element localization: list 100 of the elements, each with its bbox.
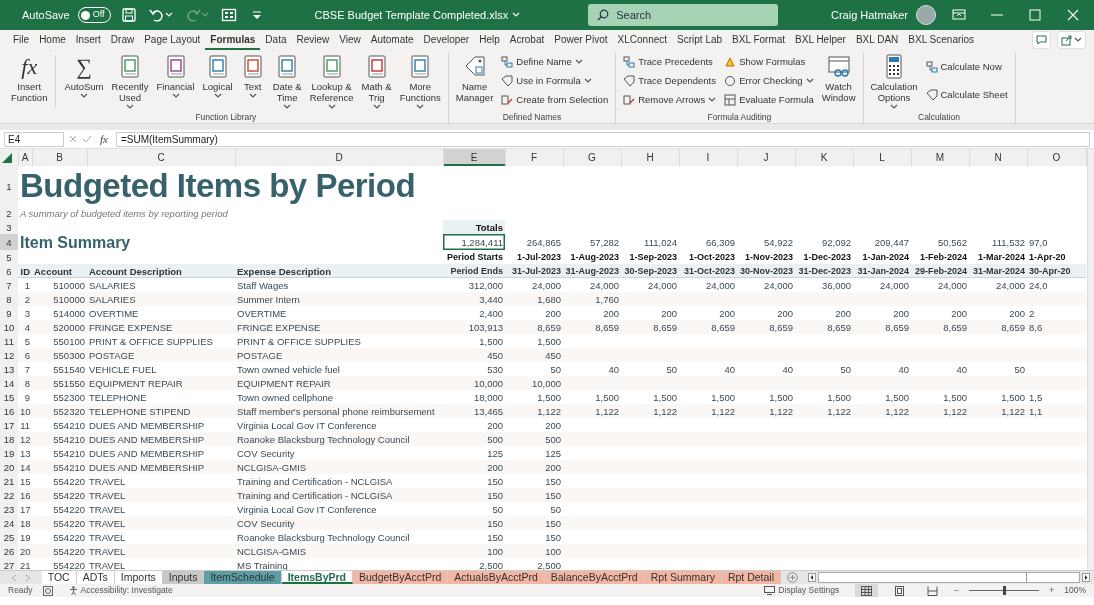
ribbon-tab[interactable]: BXL DAN	[850, 30, 904, 50]
row-header[interactable]: 25	[0, 530, 18, 544]
row-header[interactable]: 11	[0, 334, 18, 348]
ribbon-tab[interactable]: Acrobat	[504, 30, 550, 50]
sheet-tab[interactable]: BalanceByAcctPrd	[544, 571, 645, 584]
row-header[interactable]: 14	[0, 376, 18, 390]
ribbon-tab[interactable]: Home	[34, 30, 71, 50]
ribbon-button[interactable]: Calculation Options	[867, 53, 921, 111]
zoom-slider-thumb[interactable]	[1003, 586, 1007, 595]
ribbon-button[interactable]: Logical	[199, 53, 236, 100]
row-header[interactable]: 24	[0, 516, 18, 530]
ribbon-tab[interactable]: Page Layout	[139, 30, 206, 50]
row-header[interactable]: 22	[0, 488, 18, 502]
ribbon-tab[interactable]: Data	[260, 30, 292, 50]
vertical-scrollbar[interactable]	[1086, 149, 1094, 570]
column-header[interactable]: B	[32, 149, 87, 166]
view-button[interactable]	[855, 584, 879, 597]
ribbon-tab[interactable]: XLConnect	[612, 30, 673, 50]
row-header[interactable]: 17	[0, 418, 18, 432]
ribbon-tab[interactable]: File	[8, 30, 35, 50]
ribbon-button[interactable]: Calculate Now	[922, 58, 1011, 76]
select-all-icon[interactable]	[2, 152, 12, 163]
row-header[interactable]: 13	[0, 362, 18, 376]
ribbon-button[interactable]: Lookup & Reference	[306, 53, 357, 111]
formula-field[interactable]: =SUM(ItemSummary)	[115, 131, 1090, 147]
column-header[interactable]: F	[505, 149, 563, 166]
ribbon-button[interactable]: Trace Dependents	[620, 72, 720, 90]
column-header[interactable]: D	[235, 149, 443, 166]
ribbon-button[interactable]: ∑ AutoSum	[61, 53, 107, 100]
zoom-out-button[interactable]: −	[954, 584, 960, 597]
ribbon-button[interactable]: Trace Precedents	[620, 53, 720, 71]
column-header[interactable]: E	[443, 149, 505, 166]
accessibility-button[interactable]: Accessibility: Investigate	[62, 584, 179, 597]
sheet-tab[interactable]: TOC	[41, 571, 77, 584]
ribbon-tab[interactable]: Automate	[365, 30, 419, 50]
ribbon-button[interactable]: Define Name	[498, 53, 612, 71]
name-box[interactable]: E4	[4, 131, 64, 147]
ribbon-tab[interactable]: Developer	[418, 30, 475, 50]
row-header[interactable]: 9	[0, 306, 18, 320]
ribbon-tab[interactable]: Script Lab	[672, 30, 728, 50]
row-header[interactable]: 20	[0, 460, 18, 474]
column-header[interactable]: N	[969, 149, 1027, 166]
search-field[interactable]: Search	[588, 4, 779, 26]
ribbon-tab[interactable]: Draw	[105, 30, 140, 50]
sheet-tab[interactable]: ItemSchedule	[204, 571, 282, 584]
row-header[interactable]: 10	[0, 320, 18, 334]
ribbon-button[interactable]: More Functions	[396, 53, 444, 111]
ribbon-button[interactable]: Evaluate Formula	[721, 91, 817, 109]
sheet-tab[interactable]: Inputs	[162, 571, 205, 584]
sheet-tab[interactable]: BudgetByAcctPrd	[353, 571, 449, 584]
row-header[interactable]: 26	[0, 544, 18, 558]
file-name-button[interactable]: CBSE Budget Template Completed.xlsx	[314, 6, 521, 24]
insert-function-button[interactable]: fx	[96, 130, 112, 148]
display-settings-button[interactable]: Display Settings	[758, 584, 846, 597]
row-header[interactable]: 18	[0, 432, 18, 446]
ribbon-button[interactable]: Error Checking	[721, 72, 817, 90]
sheet-tab[interactable]: Rpt Summary	[644, 571, 722, 584]
avatar[interactable]	[916, 5, 936, 25]
row-header[interactable]: 19	[0, 446, 18, 460]
undo-button[interactable]	[146, 7, 175, 23]
column-header[interactable]: L	[853, 149, 911, 166]
ribbon-button[interactable]: Math & Trig	[358, 53, 395, 111]
sheet-tab[interactable]: Imports	[114, 571, 163, 584]
share-button[interactable]	[1057, 31, 1086, 49]
ribbon-button[interactable]: Recently Used	[108, 53, 152, 111]
ribbon-button[interactable]: Financial	[153, 53, 198, 100]
column-header[interactable]: K	[795, 149, 853, 166]
column-header[interactable]: M	[911, 149, 969, 166]
row-header[interactable]: 27	[0, 558, 18, 570]
ribbon-button[interactable]: Name Manager	[452, 53, 497, 103]
sheet-tab[interactable]: Rpt Detail	[721, 571, 781, 584]
ribbon-button[interactable]: Remove Arrows	[620, 91, 720, 109]
ribbon-tab[interactable]: Review	[291, 30, 335, 50]
column-header[interactable]: O	[1027, 149, 1086, 166]
ribbon-button[interactable]: Calculate Sheet	[922, 86, 1011, 104]
row-header[interactable]: 7	[0, 278, 18, 292]
ribbon-tab[interactable]: View	[334, 30, 366, 50]
column-header[interactable]: C	[87, 149, 235, 166]
ribbon-button[interactable]: Create from Selection	[498, 91, 612, 109]
row-header[interactable]: 21	[0, 474, 18, 488]
ribbon-button[interactable]: Watch Window	[818, 53, 859, 103]
ribbon-tab[interactable]: BXL Scenarios	[903, 30, 980, 50]
ribbon-tab[interactable]: Insert	[70, 30, 106, 50]
row-header[interactable]: 23	[0, 502, 18, 516]
grand-total-cell[interactable]: 1,284,411	[443, 234, 505, 250]
ribbon-tab[interactable]: BXL Format	[727, 30, 791, 50]
row-header[interactable]: 6	[0, 264, 18, 278]
ribbon-button[interactable]: Use in Formula	[498, 72, 612, 90]
column-header[interactable]: G	[563, 149, 621, 166]
sheet-tab[interactable]: ItemsByPrd	[281, 571, 353, 584]
macro-record-icon[interactable]	[42, 585, 53, 596]
row-header[interactable]: 5	[0, 250, 18, 264]
ribbon-tab[interactable]: Power Pivot	[549, 30, 613, 50]
row-header[interactable]: 3	[0, 220, 18, 234]
ribbon-tab[interactable]: Help	[474, 30, 505, 50]
ribbon-button[interactable]: Show Formulas	[721, 53, 817, 71]
row-header[interactable]: 16	[0, 404, 18, 418]
row-header[interactable]: 1	[0, 166, 18, 206]
scroll-right-icon[interactable]	[1082, 573, 1090, 582]
ribbon-tab[interactable]: BXL Helper	[790, 30, 851, 50]
